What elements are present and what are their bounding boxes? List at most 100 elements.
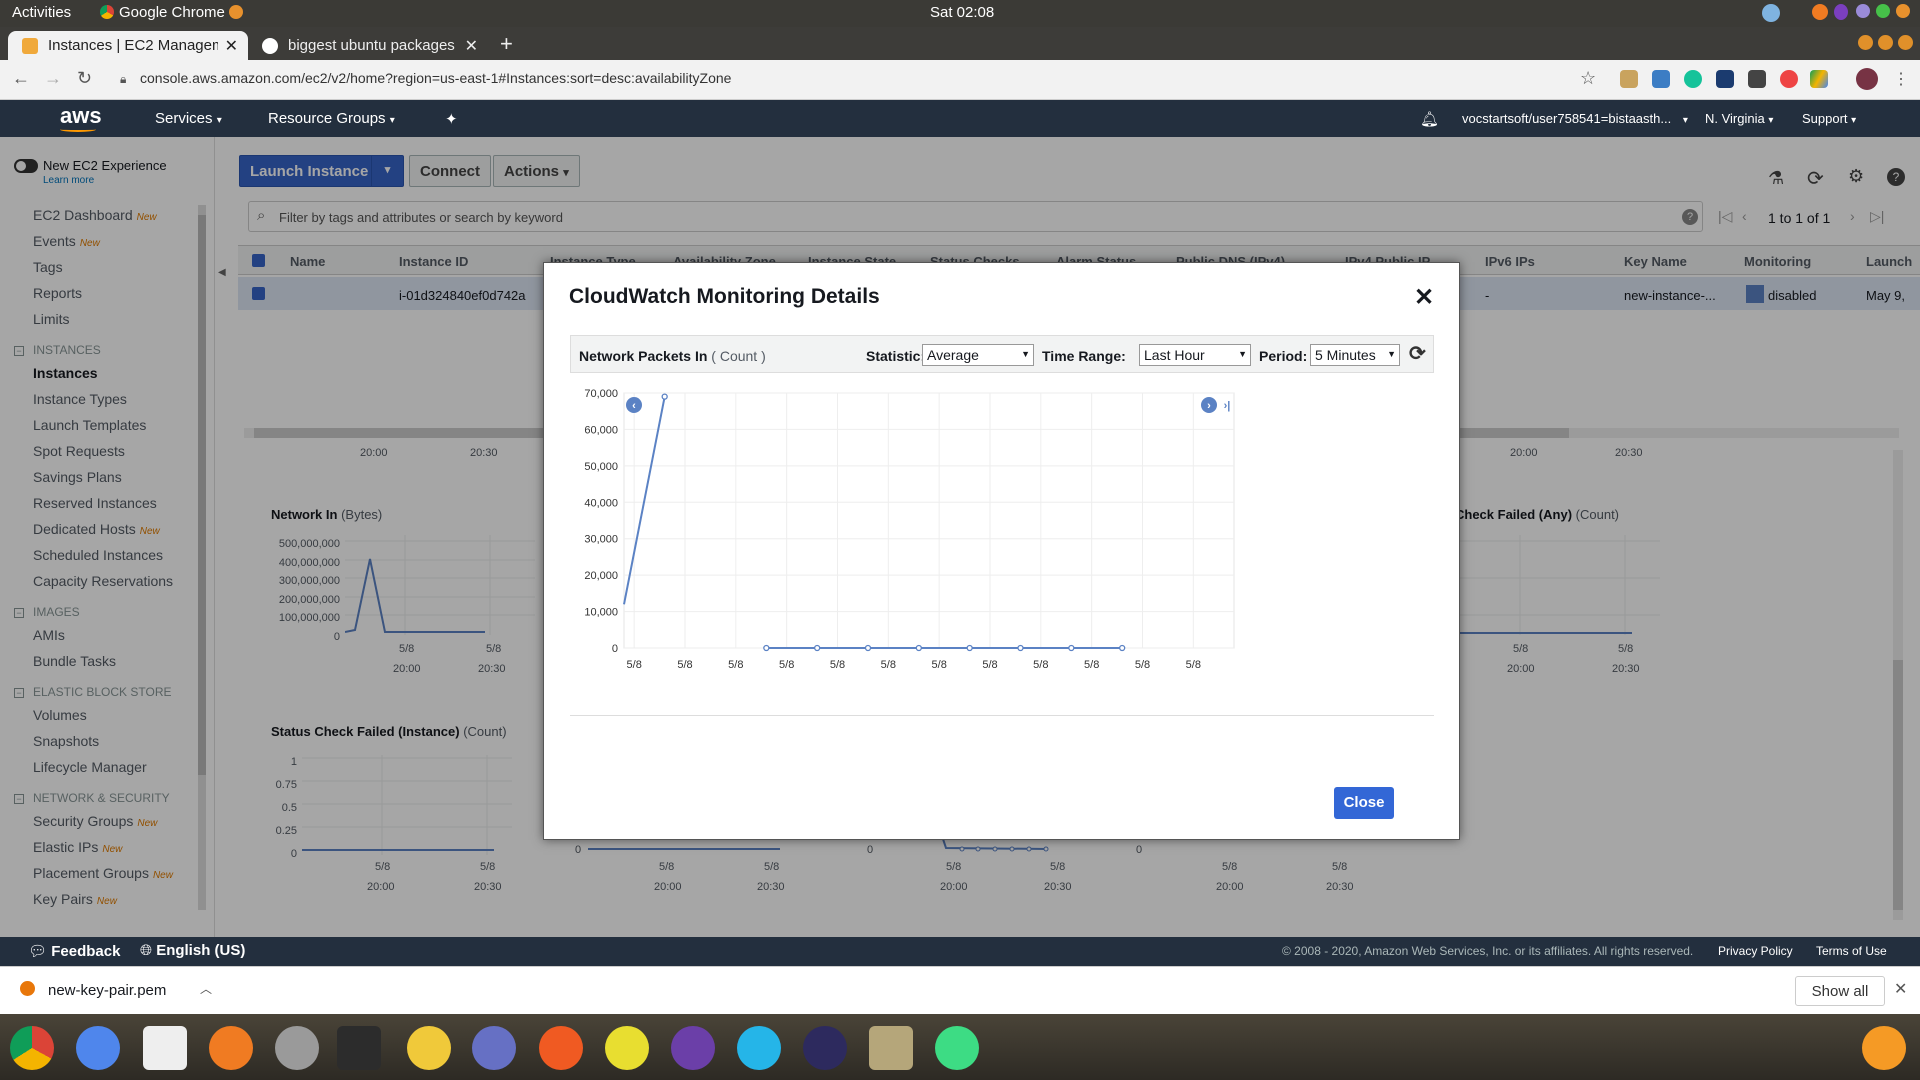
reload-icon[interactable]: ↻ [77,68,92,89]
downloader-dock-icon[interactable] [539,1026,583,1070]
chevron-down-icon: ▾ [1682,115,1688,126]
y-tick-label: 50,000 [584,461,618,473]
copyright: © 2008 - 2020, Amazon Web Services, Inc.… [1282,944,1694,958]
show-all-button[interactable]: Show all [1795,976,1885,1006]
chevron-down-icon: ▾ [1851,115,1857,126]
language-selector[interactable]: 🌐︎ English (US) [140,942,245,959]
help-dock-icon[interactable] [605,1026,649,1070]
chevron-up-icon[interactable]: ︿ [200,980,212,997]
back-icon[interactable]: ← [12,68,30,89]
time-range-value: Last Hour [1144,347,1205,363]
update-icon [229,5,244,19]
chevron-down-icon: ▾ [1768,115,1774,126]
statistic-label: Statistic: [866,348,926,364]
url-input[interactable]: console.aws.amazon.com/ec2/v2/home?regio… [140,70,731,86]
pin-icon[interactable]: ✦ [445,110,458,128]
aws-logo[interactable]: aws [60,103,102,129]
extension-icon[interactable] [1620,70,1638,88]
close-icon[interactable]: ✕ [1414,283,1434,312]
extension-icon[interactable] [1748,70,1766,88]
x-tick-date: 5/8 [1033,659,1048,671]
clock[interactable]: Sat 02:08 [930,4,994,21]
resource-groups-menu[interactable]: Resource Groups ▾ [268,110,395,127]
metric-controls-bar: Network Packets In ( Count ) Statistic: … [570,335,1434,373]
mail-dock-icon[interactable] [671,1026,715,1070]
privacy-link[interactable]: Privacy Policy [1718,944,1793,958]
services-menu[interactable]: Services ▾ [155,110,222,127]
refresh-chart-icon[interactable]: ⟳ [1409,341,1426,366]
close-button[interactable]: Close [1334,787,1394,819]
statistic-select[interactable]: Average ▼ [922,344,1034,366]
y-tick-label: 40,000 [584,497,618,509]
chrome-dock-icon[interactable] [10,1026,54,1070]
close-tab-icon[interactable]: ✕ [225,36,238,56]
minimize-window-icon[interactable] [1858,35,1873,50]
files-dock-icon[interactable] [275,1026,319,1070]
x-tick-date: 5/8 [1135,659,1150,671]
document-viewer-dock-icon[interactable] [472,1026,516,1070]
profile-avatar-icon[interactable] [1856,68,1878,90]
podcast-tray-icon[interactable] [1834,4,1848,20]
y-tick-label: 30,000 [584,534,618,546]
app-grid-icon[interactable] [1862,1026,1906,1070]
close-window-icon[interactable] [1898,35,1913,50]
notifications-bell-icon[interactable]: 🔔︎ [1420,110,1439,128]
speech-bubble-icon: 💬︎ [28,943,48,960]
new-tab-icon[interactable]: + [500,31,513,57]
firefox-tray-icon[interactable] [1812,4,1828,20]
drive-icon[interactable] [1810,70,1828,88]
x-tick-time: 20:10 [925,680,953,681]
close-downloads-icon[interactable]: ✕ [1894,979,1907,999]
eclipse-dock-icon[interactable] [803,1026,847,1070]
maximize-window-icon[interactable] [1878,35,1893,50]
extension-icon[interactable] [1652,70,1670,88]
download-file-name[interactable]: new-key-pair.pem [48,982,166,999]
extension-icon[interactable] [1684,70,1702,88]
region-menu[interactable]: N. Virginia ▾ [1705,111,1773,126]
bookmark-star-icon[interactable]: ☆ [1580,68,1596,89]
android-studio-dock-icon[interactable] [935,1026,979,1070]
chevron-down-icon: ▾ [389,115,395,126]
archive-dock-icon[interactable] [869,1026,913,1070]
music-dock-icon[interactable] [407,1026,451,1070]
globe-icon: 🌐︎ [140,942,153,959]
period-select[interactable]: 5 Minutes ▼ [1310,344,1400,366]
time-range-select[interactable]: Last Hour ▼ [1139,344,1251,366]
firefox-dock-icon[interactable] [209,1026,253,1070]
x-tick-time: 20:05 [875,680,903,681]
status-tray-icon[interactable] [1876,4,1890,18]
account-menu[interactable]: vocstartsoft/user758541=bistaasth... ▾ [1462,111,1688,126]
close-tab-icon[interactable]: ✕ [465,36,478,56]
settings-dock-icon[interactable] [143,1026,187,1070]
support-menu[interactable]: Support ▾ [1802,111,1856,126]
webcam-dock-icon[interactable] [737,1026,781,1070]
feedback-link[interactable]: 💬︎ Feedback [28,942,120,960]
app-menu[interactable]: Google Chrome [100,4,244,21]
weather-icon[interactable] [1762,4,1780,22]
tab-google[interactable]: biggest ubuntu packages ✕ [248,31,488,60]
terminal-dock-icon[interactable] [337,1026,381,1070]
data-point [814,644,821,652]
data-point [1017,644,1024,652]
tab-ec2[interactable]: Instances | EC2 Management ✕ [8,31,248,60]
extension-icon[interactable] [1780,70,1798,88]
data-point [915,644,922,652]
extension-icon[interactable] [1716,70,1734,88]
chromium-dock-icon[interactable] [76,1026,120,1070]
x-tick-time: 20:35 [1180,680,1208,681]
y-tick-label: 0 [612,643,618,655]
chrome-menu-icon[interactable]: ⋮ [1893,69,1909,89]
x-tick-date: 5/8 [982,659,997,671]
modal-divider [570,715,1434,716]
x-tick-date: 5/8 [728,659,743,671]
activities-button[interactable]: Activities [12,4,71,21]
chart-last-icon: ›| [1224,400,1231,412]
forward-icon[interactable]: → [44,68,62,89]
tab-title: biggest ubuntu packages [288,37,455,54]
chat-tray-icon[interactable] [1856,4,1870,18]
chevron-down-icon: ▾ [216,115,222,126]
power-tray-icon[interactable] [1896,4,1910,18]
x-tick-date: 5/8 [1084,659,1099,671]
y-tick-label: 70,000 [584,388,618,400]
terms-link[interactable]: Terms of Use [1816,944,1887,958]
